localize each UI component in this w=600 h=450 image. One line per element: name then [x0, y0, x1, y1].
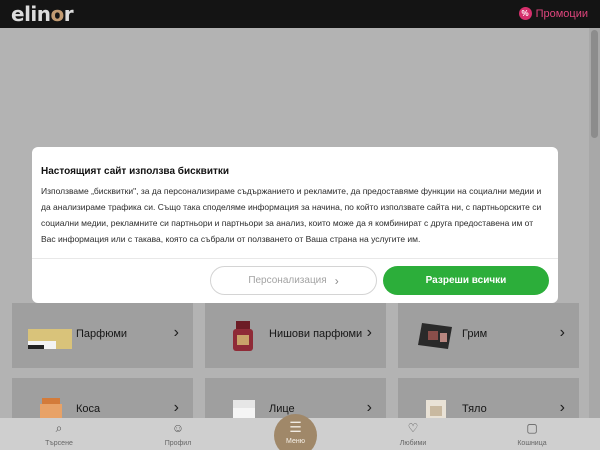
nav-cart-label: Кошница	[517, 440, 547, 447]
logo-text-end: r	[63, 2, 74, 26]
nav-menu-button[interactable]: ☰ Меню	[274, 414, 317, 450]
category-label: Грим	[462, 328, 488, 340]
allow-all-button[interactable]: Разреши всички	[383, 266, 549, 295]
allow-all-label: Разреши всички	[425, 275, 507, 286]
cookie-consent-dialog: Настоящият сайт използва бисквитки Изпол…	[32, 147, 558, 303]
nav-cart[interactable]: ▢ Кошница	[502, 418, 562, 450]
elinor-logo[interactable]: elinor	[11, 2, 74, 26]
category-label: Коса	[76, 403, 101, 415]
nav-menu-label: Меню	[286, 438, 305, 445]
scrollbar-thumb[interactable]	[591, 30, 598, 138]
cookie-dialog-title: Настоящият сайт използва бисквитки	[41, 166, 230, 177]
chevron-right-icon: ›	[173, 399, 179, 416]
percent-icon: %	[518, 7, 532, 20]
nav-favorites[interactable]: ♡ Любими	[383, 418, 443, 450]
category-card-niche-perfumes[interactable]: Нишови парфюми ›	[205, 303, 386, 368]
search-icon: ⌕	[55, 421, 63, 435]
promotions-label: Промоции	[535, 7, 588, 20]
category-label: Тяло	[462, 403, 487, 415]
personalize-label: Персонализация	[248, 275, 327, 286]
hamburger-menu-icon: ☰	[289, 419, 302, 435]
promotions-link[interactable]: % Промоции	[518, 7, 588, 20]
shopping-bag-icon: ▢	[526, 421, 538, 435]
nav-favorites-label: Любими	[399, 440, 427, 447]
category-label: Парфюми	[76, 328, 128, 340]
category-card-perfumes[interactable]: Парфюми ›	[12, 303, 193, 368]
chevron-right-icon: ›	[366, 399, 372, 416]
nav-profile-label: Профил	[164, 440, 192, 447]
perfume-box-icon	[28, 329, 72, 349]
logo-accent-letter: o	[50, 2, 65, 26]
divider	[32, 258, 558, 259]
top-header: elinor % Промоции	[0, 0, 600, 28]
logo-text: elin	[11, 2, 51, 26]
chevron-right-icon: ›	[334, 273, 339, 288]
category-card-makeup[interactable]: Грим ›	[398, 303, 579, 368]
heart-icon: ♡	[407, 421, 419, 435]
chevron-right-icon: ›	[173, 324, 179, 341]
personalize-button[interactable]: Персонализация ›	[210, 266, 377, 295]
chevron-right-icon: ›	[559, 324, 565, 341]
nav-profile[interactable]: ☺ Профил	[148, 418, 208, 450]
category-label: Нишови парфюми	[269, 328, 363, 340]
chevron-right-icon: ›	[559, 399, 565, 416]
nav-search[interactable]: ⌕ Търсене	[29, 418, 89, 450]
makeup-palette-icon	[418, 323, 452, 349]
chevron-right-icon: ›	[366, 324, 372, 341]
nav-search-label: Търсене	[45, 440, 73, 447]
category-label: Лице	[269, 403, 295, 415]
user-icon: ☺	[171, 421, 185, 435]
cookie-dialog-text: Използваме „бисквитки", за да персонализ…	[41, 186, 542, 244]
niche-perfume-bottle-icon	[233, 321, 253, 351]
